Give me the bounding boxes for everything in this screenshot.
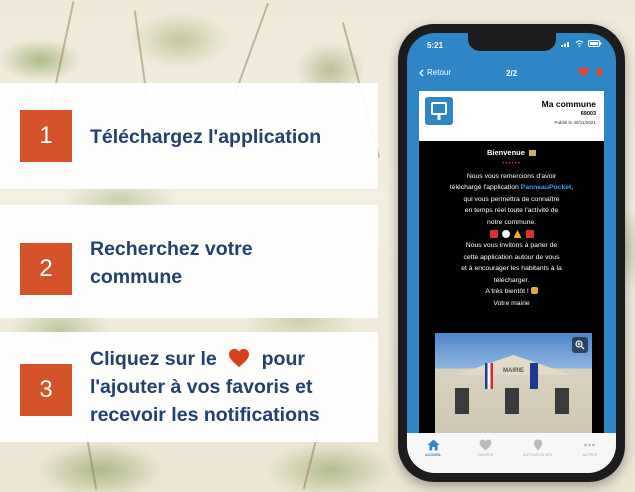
step-1-line1: Téléchargez l'application — [90, 126, 322, 148]
commune-logo-icon — [425, 97, 453, 125]
publish-date: Publié le 30/11/2021 — [554, 120, 596, 125]
notification-bell-icon[interactable] — [595, 67, 604, 77]
status-icons — [561, 40, 602, 47]
heart-icon — [229, 348, 250, 368]
nav-bar: Retour 2/2 — [407, 61, 616, 91]
tab-bar: ACCUEIL FAVORIS AUTOUR DE MOI AUTRES — [407, 433, 616, 473]
home-icon — [427, 439, 440, 451]
wifi-icon — [575, 40, 584, 47]
tab-autour-de-moi[interactable]: AUTOUR DE MOI — [518, 439, 558, 457]
window — [505, 388, 519, 414]
alert-emoji-icon — [489, 230, 498, 238]
step-3-line3: recevoir les notifications — [90, 404, 320, 426]
location-icon — [533, 439, 542, 451]
commune-name: Ma commune — [541, 99, 596, 109]
message-title: Bienvenue — [429, 147, 594, 159]
tab-favoris[interactable]: FAVORIS — [465, 439, 505, 457]
status-time: 5:21 — [427, 41, 444, 50]
commune-code: 69003 — [580, 111, 596, 117]
battery-icon — [588, 40, 602, 47]
eu-flag — [530, 363, 538, 389]
emoji-row — [429, 230, 594, 238]
waving-hand-emoji-icon — [530, 287, 538, 294]
step-1-number: 1 — [20, 110, 72, 162]
commune-header: Ma commune 69003 Publié le 30/11/2021 — [419, 91, 604, 141]
step-1-text: Téléchargez l'application — [90, 123, 321, 151]
step-1-card: 1 Téléchargez l'application — [0, 83, 378, 189]
favorite-heart-icon[interactable] — [578, 67, 589, 77]
french-flag — [485, 363, 493, 389]
phone-mockup: 5:21 Retour 2/2 Ma commune 69003 Publié … — [398, 24, 625, 482]
zoom-button[interactable] — [572, 337, 588, 353]
more-icon — [584, 443, 596, 447]
decorative-dots: •••••• — [502, 160, 521, 167]
step-2-text: Recherchez votre commune — [90, 235, 253, 291]
flower-emoji-icon — [501, 230, 510, 238]
app-name-link[interactable]: PanneauPocket — [521, 184, 572, 191]
step-3-text: Cliquez sur le pour l'ajouter à vos favo… — [90, 345, 320, 429]
phone-screen: 5:21 Retour 2/2 Ma commune 69003 Publié … — [407, 33, 616, 473]
window — [555, 388, 569, 414]
step-2-card: 2 Recherchez votre commune — [0, 205, 378, 318]
calendar-emoji-icon — [525, 230, 534, 238]
warning-emoji-icon — [513, 230, 522, 238]
tab-accueil[interactable]: ACCUEIL — [413, 439, 453, 457]
town-hall-photo[interactable]: MAIRIE — [435, 333, 592, 433]
house-emoji-icon — [529, 150, 537, 156]
tab-autres[interactable]: AUTRES — [570, 439, 610, 457]
welcome-message: Bienvenue •••••• Nous vous remercions d'… — [429, 147, 594, 309]
heart-icon — [479, 439, 492, 451]
step-2-line1: Recherchez votre — [90, 238, 253, 260]
nav-actions — [578, 67, 604, 77]
signal-icon — [561, 42, 569, 47]
step-3-line1: Cliquez sur le pour — [90, 348, 305, 370]
step-3-card: 3 Cliquez sur le pour l'ajouter à vos fa… — [0, 332, 378, 442]
message-content: Ma commune 69003 Publié le 30/11/2021 Bi… — [419, 91, 604, 467]
phone-notch — [467, 33, 556, 51]
step-2-number: 2 — [20, 243, 72, 295]
step-3-line2: l'ajouter à vos favoris et — [90, 376, 313, 398]
step-2-line2: commune — [90, 266, 183, 288]
window — [455, 388, 469, 414]
zoom-in-icon — [575, 340, 585, 350]
step-3-number: 3 — [20, 364, 72, 416]
building-sign: MAIRIE — [503, 368, 524, 374]
